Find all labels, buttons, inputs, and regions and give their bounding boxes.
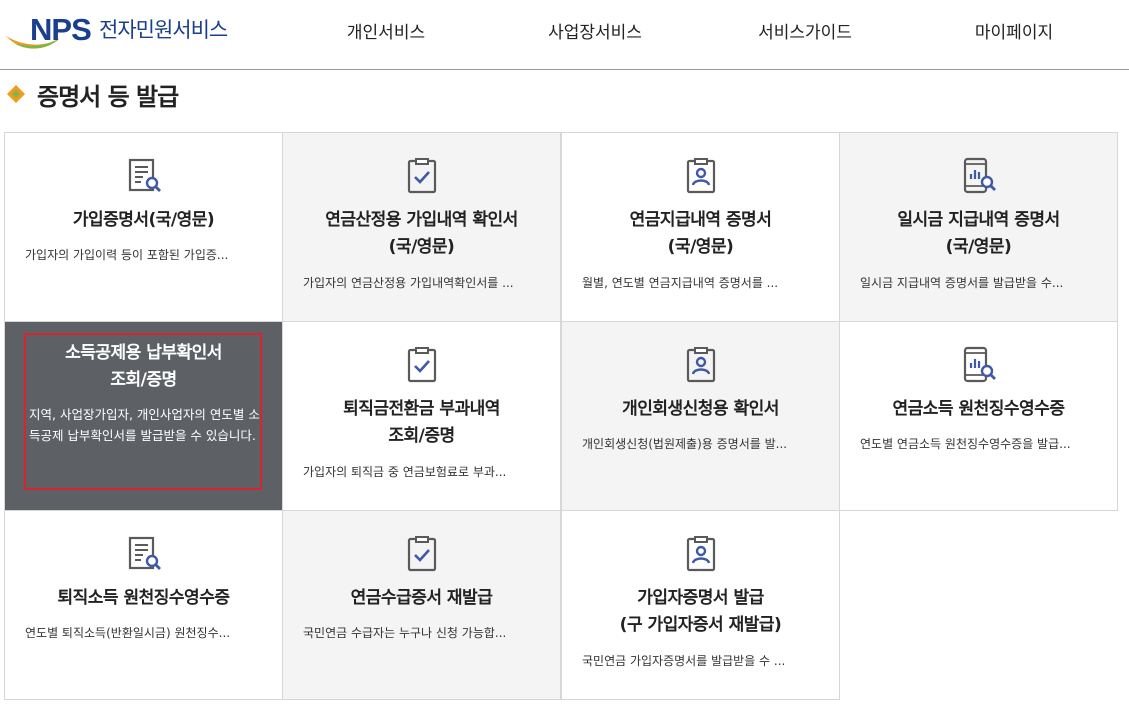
clipboard-person-icon — [682, 157, 720, 195]
card-member-certificate-issue[interactable]: 가입자증명서 발급 (구 가입자증서 재발급) 국민연금 가입자증명서를 발급받을… — [561, 510, 840, 700]
card-pension-receipt-certificate-reissue[interactable]: 연금수급증서 재발급 국민연금 수급자는 누구나 신청 가능합... — [282, 510, 561, 700]
card-pension-calc-confirmation[interactable]: 연금산정용 가입내역 확인서 (국/영문) 가입자의 연금산정용 가입내역확인서를… — [282, 132, 561, 322]
card-description: 국민연금 가입자증명서를 발급받을 수 ... — [582, 654, 786, 668]
card-title: 퇴직소득 원천징수영수증 — [57, 588, 230, 608]
card-title: 연금산정용 가입내역 확인서 (국/영문) — [325, 210, 518, 257]
card-title: 소득공제용 납부확인서 조회/증명 — [65, 343, 222, 390]
card-description: 지역, 사업장가입자, 개인사업자의 연도별 소득공제 납부확인서를 발급받을 … — [29, 407, 260, 443]
card-title: 개인회생신청용 확인서 — [622, 399, 779, 419]
card-title: 일시금 지급내역 증명서 (국/영문) — [897, 210, 1060, 257]
nav-business-service[interactable]: 사업장서비스 — [548, 18, 642, 43]
nav-my-page[interactable]: 마이페이지 — [975, 18, 1053, 43]
main-nav: 개인서비스 사업장서비스 서비스가이드 마이페이지 — [0, 18, 1129, 43]
card-title: 연금소득 원천징수영수증 — [892, 399, 1065, 419]
card-description: 국민연금 수급자는 누구나 신청 가능합... — [303, 626, 507, 640]
card-membership-certificate[interactable]: 가입증명서(국/영문) 가입자의 가입이력 등이 포함된 가입증... — [4, 132, 283, 322]
card-description: 연도별 연금소득 원천징수영수증을 발급... — [860, 437, 1071, 451]
card-title: 연금수급증서 재발급 — [350, 588, 493, 608]
nav-service-guide[interactable]: 서비스가이드 — [758, 18, 852, 43]
card-title: 가입증명서(국/영문) — [72, 210, 215, 230]
card-pension-income-withholding-receipt[interactable]: 연금소득 원천징수영수증 연도별 연금소득 원천징수영수증을 발급... — [839, 321, 1118, 511]
card-title: 연금지급내역 증명서 (국/영문) — [629, 210, 772, 257]
clipboard-person-icon — [682, 346, 720, 384]
card-title: 가입자증명서 발급 (구 가입자증서 재발급) — [619, 588, 782, 635]
card-description: 가입자의 퇴직금 중 연금보험료로 부과... — [303, 465, 507, 479]
document-search-icon — [125, 535, 163, 573]
top-header: NPS 전자민원서비스 개인서비스 사업장서비스 서비스가이드 마이페이지 — [0, 0, 1129, 70]
card-description: 연도별 퇴직소득(반환일시금) 원천징수... — [25, 626, 231, 640]
card-personal-rehabilitation-confirmation[interactable]: 개인회생신청용 확인서 개인회생신청(법원제출)용 증명서를 발... — [561, 321, 840, 511]
diamond-bullet-icon — [6, 84, 26, 104]
card-retirement-conversion-history[interactable]: 퇴직금전환금 부과내역 조회/증명 가입자의 퇴직금 중 연금보험료로 부과... — [282, 321, 561, 511]
card-retirement-income-withholding-receipt[interactable]: 퇴직소득 원천징수영수증 연도별 퇴직소득(반환일시금) 원천징수... — [4, 510, 283, 700]
nav-personal-service[interactable]: 개인서비스 — [347, 18, 425, 43]
card-tax-deduction-payment-confirmation[interactable]: 소득공제용 납부확인서 조회/증명 지역, 사업장가입자, 개인사업자의 연도별 … — [4, 321, 283, 511]
mobile-chart-search-icon — [960, 346, 998, 384]
card-pension-payment-certificate[interactable]: 연금지급내역 증명서 (국/영문) 월별, 연도별 연금지급내역 증명서를 ... — [561, 132, 840, 322]
card-title: 퇴직금전환금 부과내역 조회/증명 — [343, 399, 500, 446]
clipboard-person-icon — [682, 535, 720, 573]
certificate-grid: 가입증명서(국/영문) 가입자의 가입이력 등이 포함된 가입증... 연금산정… — [4, 132, 1119, 700]
card-description: 일시금 지급내역 증명서를 발급받을 수... — [860, 276, 1064, 290]
card-description: 가입자의 연금산정용 가입내역확인서를 ... — [303, 276, 514, 290]
clipboard-check-icon — [403, 157, 441, 195]
card-lump-sum-payment-certificate[interactable]: 일시금 지급내역 증명서 (국/영문) 일시금 지급내역 증명서를 발급받을 수.… — [839, 132, 1118, 322]
card-description: 가입자의 가입이력 등이 포함된 가입증... — [25, 248, 229, 262]
document-search-icon — [125, 157, 163, 195]
clipboard-check-icon — [403, 535, 441, 573]
card-description: 월별, 연도별 연금지급내역 증명서를 ... — [582, 276, 779, 290]
mobile-chart-search-icon — [960, 157, 998, 195]
page-title-text: 증명서 등 발급 — [37, 82, 179, 111]
page-title: 증명서 등 발급 — [6, 76, 179, 112]
clipboard-check-icon — [403, 346, 441, 384]
card-description: 개인회생신청(법원제출)용 증명서를 발... — [582, 437, 788, 451]
